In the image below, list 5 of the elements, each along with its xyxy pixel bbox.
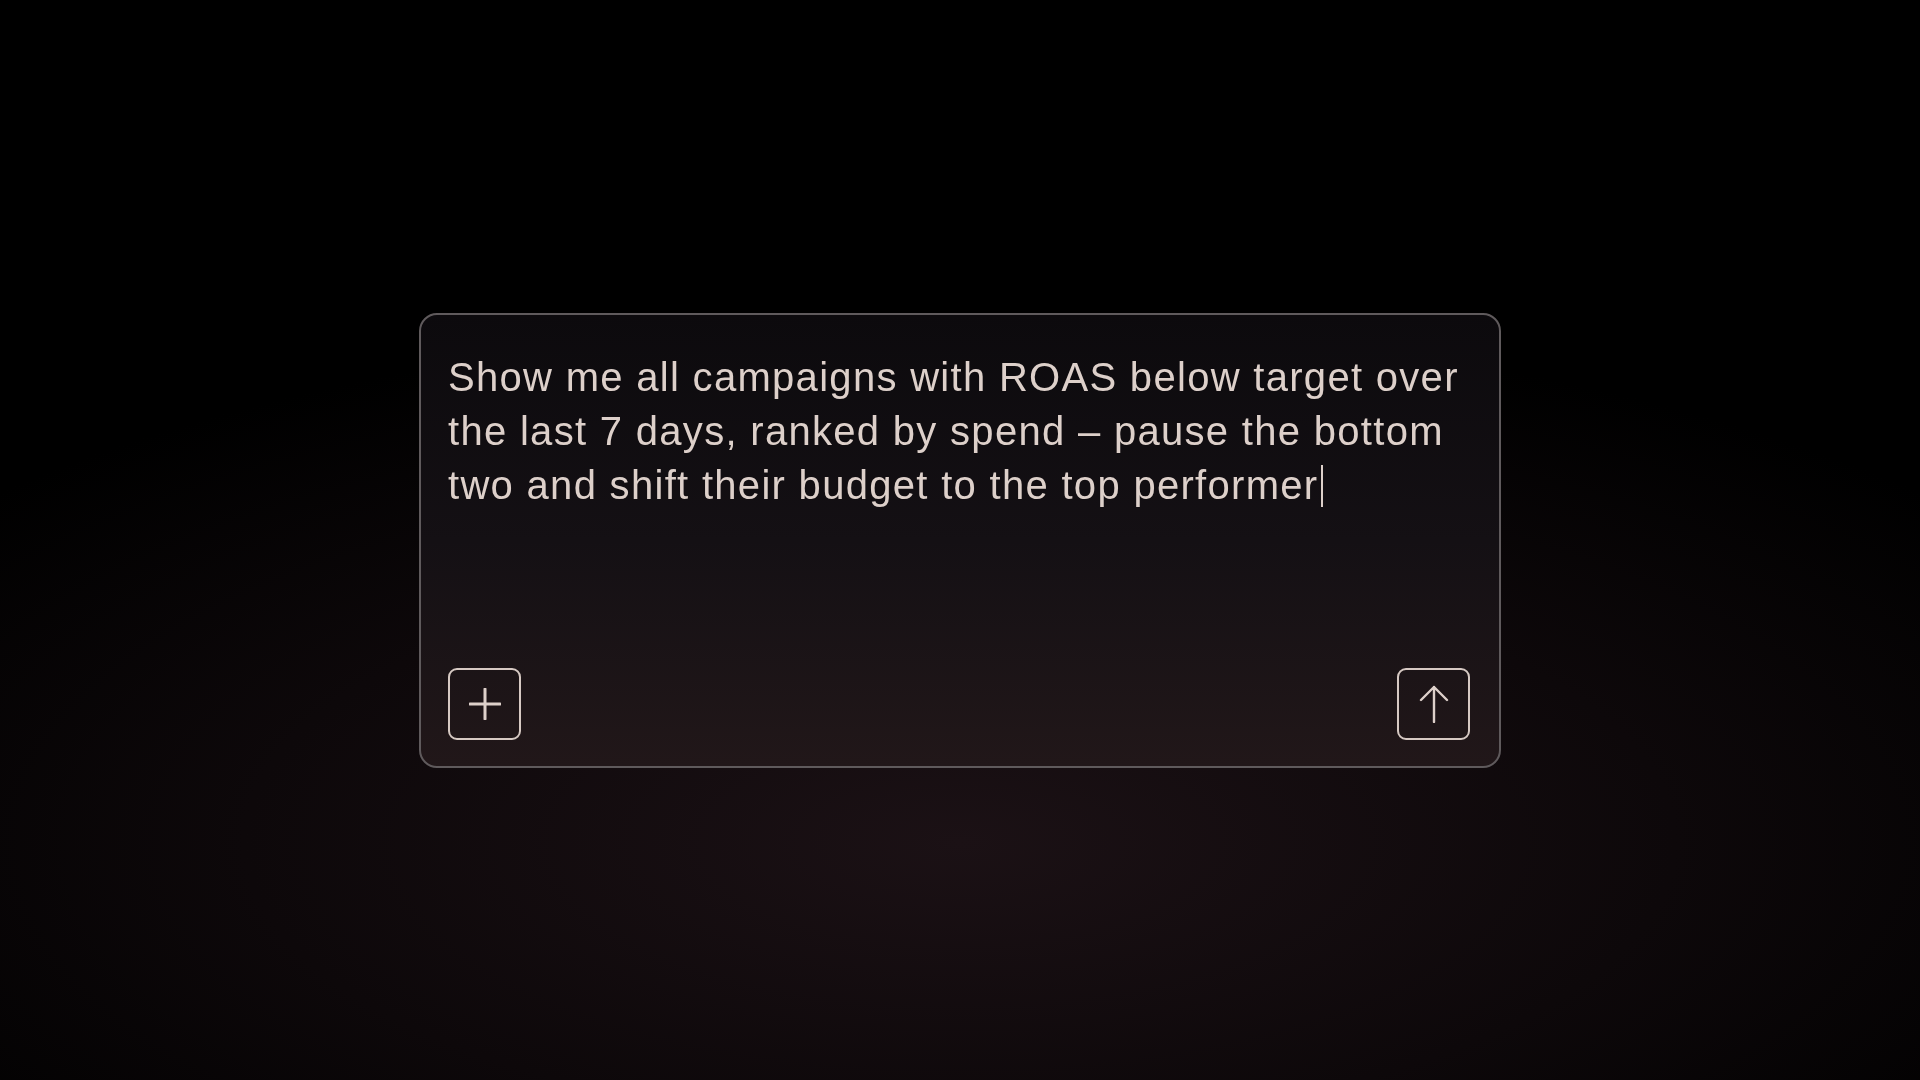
arrow-up-icon [1418, 684, 1449, 723]
prompt-field[interactable]: Show me all campaigns with ROAS below target over the last 7 days, ranked by spend – pause the bottom two and shift their budget to the top performer [448, 349, 1478, 668]
add-button[interactable] [448, 667, 521, 740]
plus-icon [468, 687, 501, 720]
send-button[interactable] [1397, 667, 1470, 740]
